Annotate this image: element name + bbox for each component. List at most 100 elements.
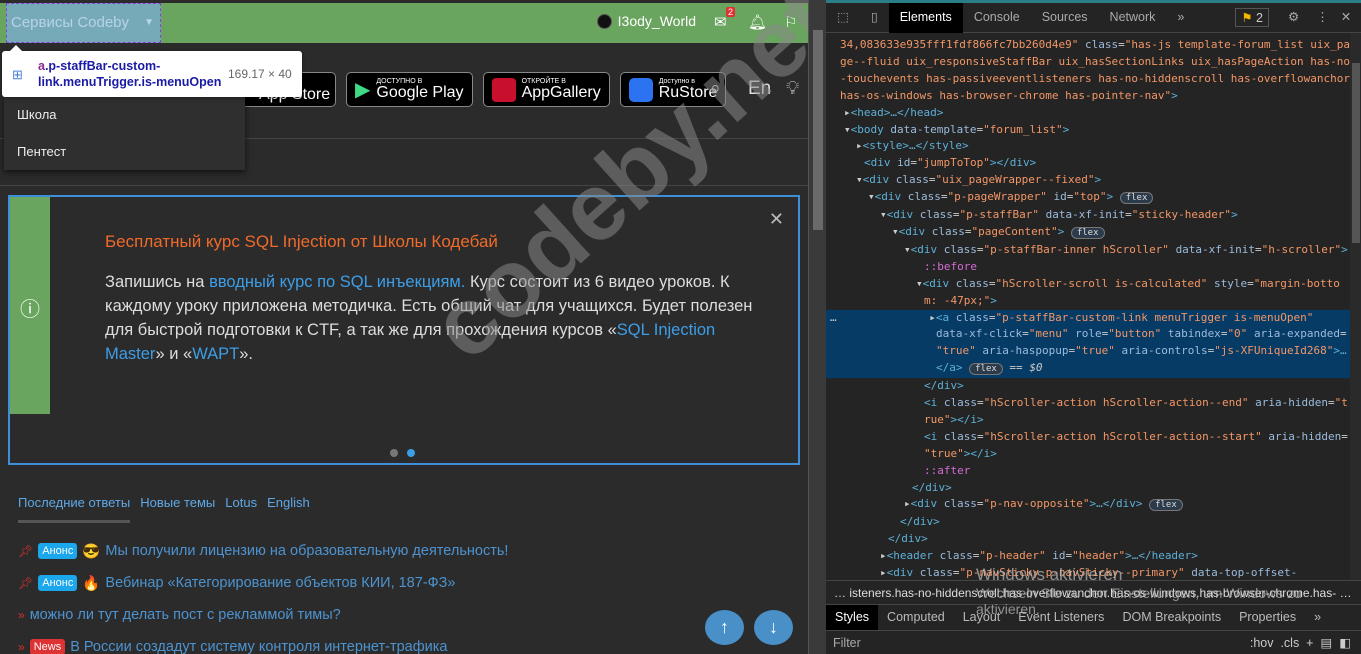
huawei-icon [491, 77, 516, 102]
tab-event-listeners[interactable]: Event Listeners [1009, 605, 1113, 630]
styles-tabbar: Styles Computed Layout Event Listeners D… [826, 604, 1361, 630]
thread-item[interactable]: » News В России создадут систему контроля … [18, 631, 508, 654]
notice-text: Запишись на вводный курс по SQL инъекция… [105, 270, 755, 366]
caret-down-icon: ▼ [144, 17, 154, 28]
wapt-link[interactable]: WAPT [192, 345, 239, 363]
store-label: RuStore [658, 84, 718, 101]
notice-title: Бесплатный курс SQL Injection от Школы К… [105, 232, 498, 251]
thread-tag: Анонс [38, 575, 78, 591]
dom-tree-scrollbar[interactable] [1350, 33, 1361, 580]
tab-lotus[interactable]: Lotus [225, 495, 257, 523]
thread-title[interactable]: В России создадут систему контроля интер… [70, 639, 447, 654]
search-icon[interactable]: ⌕ [710, 78, 721, 100]
issues-button[interactable]: ⚑ 2 [1235, 8, 1269, 27]
thread-title[interactable]: Мы получили лицензию на образовательную … [105, 543, 508, 559]
envelope-icon[interactable]: ✉ [714, 13, 727, 31]
grid-icon: ⊞ [12, 67, 23, 82]
tab-styles[interactable]: Styles [826, 605, 879, 630]
services-label: Сервисы Codeby [11, 14, 130, 31]
pin-icon: 📌︎ [18, 576, 34, 590]
bell-icon[interactable]: 🔔︎ [748, 13, 767, 31]
thread-tabs: Последние ответы Новые темы Lotus Englis… [18, 495, 310, 523]
filter-placeholder: Filter [833, 636, 861, 650]
sql-course-link[interactable]: вводный курс по SQL инъекциям. [209, 273, 465, 291]
thread-list: 📌︎ Анонс 😎 Мы получили лицензию на образова… [18, 535, 508, 654]
tab-sources[interactable]: Sources [1031, 3, 1099, 33]
language-switch[interactable]: En [748, 78, 771, 100]
paint-icon[interactable]: ▤ [1320, 636, 1332, 650]
sidebar-toggle-icon[interactable]: ◧ [1339, 636, 1351, 650]
close-icon[interactable]: ✕ [1335, 3, 1357, 33]
tab-network[interactable]: Network [1099, 3, 1167, 33]
dom-tree[interactable]: 34,083633e935fff1fdf866fc7bb260d4e9" cla… [826, 33, 1350, 580]
selected-node[interactable]: … ▸<a class="p-staffBar-custom-link menu… [826, 309, 1350, 379]
user-link[interactable]: I3ody_World [596, 13, 696, 29]
text: » и « [155, 345, 193, 363]
lightbulb-icon[interactable]: 💡︎ [786, 78, 799, 100]
tab-elements[interactable]: Elements [888, 2, 963, 33]
page-scrollbar[interactable] [808, 0, 826, 654]
services-menu-trigger[interactable]: Сервисы Codeby ▼ [6, 3, 161, 43]
emoji-icon: 🔥 [82, 575, 101, 592]
tab-properties[interactable]: Properties [1230, 605, 1305, 630]
text: ». [239, 345, 254, 363]
webpage: Сервисы Codeby ▼ I3ody_World ✉ 2 🔔︎ ⚐ App… [0, 0, 808, 654]
store-label: Google Play [376, 84, 464, 101]
menu-item-pentest[interactable]: Пентест [4, 134, 245, 171]
play-icon: ▶ [355, 79, 371, 101]
avatar [596, 13, 612, 29]
tab-computed[interactable]: Computed [878, 605, 954, 630]
thread-item[interactable]: 📌︎ Анонс 🔥 Вебинар «Категорирование объекто… [18, 567, 508, 599]
more-tabs-icon[interactable]: » [1305, 605, 1330, 630]
selector-tag: a [38, 59, 45, 73]
device-toggle-icon[interactable]: ▯ [860, 3, 889, 33]
styles-filter-input[interactable]: Filter :hov .cls + ▤ ◧ [826, 630, 1361, 654]
services-dropdown: Школа Пентест [4, 97, 245, 170]
inspect-icon[interactable]: ⬚ [826, 3, 860, 33]
google-play-button[interactable]: ▶ ДОСТУПНО В Google Play [346, 72, 473, 107]
staff-bar: Сервисы Codeby ▼ I3ody_World ✉ 2 🔔︎ ⚐ [0, 3, 808, 43]
plus-icon[interactable]: + [1306, 636, 1313, 650]
chevron-right-icon: » [18, 640, 25, 654]
tooltip-size: 169.17 × 40 [228, 67, 292, 81]
rustore-icon [628, 77, 653, 102]
issues-count: 2 [1256, 11, 1263, 25]
scroll-down-button[interactable]: ↓ [754, 610, 793, 645]
devtools-tabbar: ⬚ ▯ Elements Console Sources Network » ⚑… [826, 2, 1361, 33]
inspect-tooltip: ⊞ a.p-staffBar-custom-link.menuTrigger.i… [2, 45, 302, 97]
username: I3ody_World [617, 13, 696, 29]
menu-item-school[interactable]: Школа [4, 97, 245, 134]
breadcrumb[interactable]: … isteners.has-no-hiddenscroll.has-overf… [826, 580, 1361, 604]
info-icon: ⓘ [10, 197, 50, 414]
scroll-up-button[interactable]: ↑ [705, 610, 744, 645]
thread-item[interactable]: 📌︎ Анонс 😎 Мы получили лицензию на образова… [18, 535, 508, 567]
tab-console[interactable]: Console [963, 3, 1031, 33]
emoji-icon: 😎 [82, 543, 101, 560]
cls-toggle[interactable]: .cls [1280, 636, 1299, 650]
thread-title[interactable]: Вебинар «Категорирование объектов КИИ, 1… [105, 575, 455, 591]
tab-dom-breakpoints[interactable]: DOM Breakpoints [1113, 605, 1230, 630]
more-tabs-icon[interactable]: » [1166, 3, 1195, 33]
gear-icon[interactable]: ⚙ [1277, 3, 1310, 33]
tab-latest-replies[interactable]: Последние ответы [18, 495, 131, 523]
thread-tag: News [29, 639, 66, 654]
tab-new-threads[interactable]: Новые темы [140, 495, 215, 523]
carousel-dot-active[interactable] [407, 449, 415, 457]
carousel-dot[interactable] [390, 449, 398, 457]
close-icon[interactable]: ✕ [769, 209, 784, 230]
thread-title[interactable]: можно ли тут делать пост с рекламмой тим… [30, 607, 341, 623]
bookmark-icon[interactable]: ⚐ [784, 13, 797, 31]
selector-classes: .p-staffBar-custom-link.menuTrigger.is-m… [38, 59, 222, 89]
tab-layout[interactable]: Layout [954, 605, 1010, 630]
messages-badge: 2 [726, 7, 736, 17]
tab-english[interactable]: English [267, 495, 310, 523]
pin-icon: 📌︎ [18, 544, 34, 558]
notice-banner: ⓘ ✕ Бесплатный курс SQL Injection от Шко… [8, 195, 800, 465]
thread-item[interactable]: » можно ли тут делать пост с рекламмой ти… [18, 599, 508, 631]
devtools-panel: ⬚ ▯ Elements Console Sources Network » ⚑… [826, 2, 1361, 654]
tooltip-selector: a.p-staffBar-custom-link.menuTrigger.is-… [38, 58, 223, 90]
kebab-menu-icon[interactable]: ⋮ [1310, 3, 1335, 33]
appgallery-button[interactable]: ОТКРОЙТЕ В AppGallery [482, 72, 610, 107]
hov-toggle[interactable]: :hov [1250, 636, 1274, 650]
thread-tag: Анонс [38, 543, 78, 559]
